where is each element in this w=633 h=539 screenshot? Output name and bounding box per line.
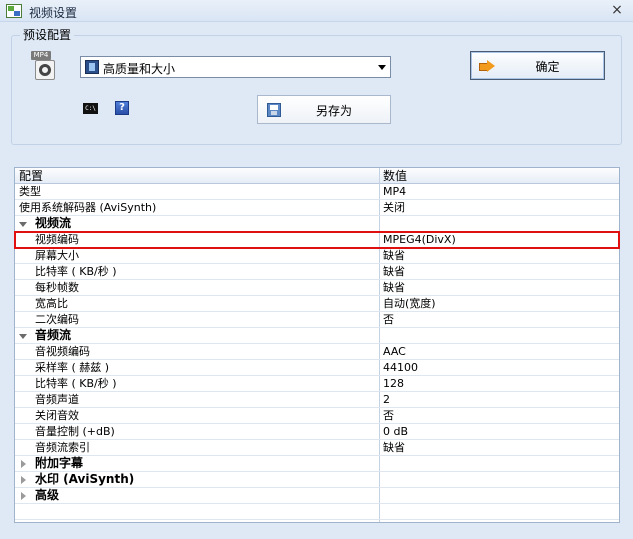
property-value[interactable]: 0 dB	[383, 424, 408, 439]
property-name: 音频声道	[35, 393, 79, 406]
property-name: 比特率 ( KB/秒 )	[35, 265, 117, 278]
film-reel-icon	[35, 60, 55, 80]
property-value[interactable]: 缺省	[383, 280, 405, 295]
expand-closed-icon[interactable]	[21, 492, 26, 500]
property-name: 二次编码	[35, 313, 79, 326]
grid-property-row[interactable]: 类型 MP4	[15, 184, 619, 200]
property-name: 屏幕大小	[35, 249, 79, 262]
property-value[interactable]: 44100	[383, 360, 418, 375]
property-name: 音频流索引	[35, 441, 90, 454]
expand-closed-icon[interactable]	[21, 476, 26, 484]
save-as-button[interactable]: 另存为	[257, 95, 391, 124]
grid-property-row[interactable]: 采样率 ( 赫兹 ) 44100	[15, 360, 619, 376]
grid-property-row[interactable]: 每秒帧数 缺省	[15, 280, 619, 296]
category-label: 视频流	[35, 216, 72, 230]
grid-category-row[interactable]: 视频流	[15, 216, 619, 232]
close-button[interactable]: ×	[609, 2, 625, 18]
grid-property-row[interactable]: 音频流索引 缺省	[15, 440, 619, 456]
mp4-tag: MP4	[31, 51, 51, 60]
property-value[interactable]: MP4	[383, 184, 406, 199]
property-name: 宽高比	[35, 297, 68, 310]
grid-property-row[interactable]: 比特率 ( KB/秒 ) 缺省	[15, 264, 619, 280]
grid-property-row[interactable]: 音视频编码 AAC	[15, 344, 619, 360]
grid-property-row[interactable]: 音量控制 (+dB) 0 dB	[15, 424, 619, 440]
grid-category-row[interactable]: 音频流	[15, 328, 619, 344]
column-header-value[interactable]: 数值	[383, 169, 407, 183]
grid-category-row[interactable]: 水印 (AviSynth)	[15, 472, 619, 488]
property-value[interactable]: 自动(宽度)	[383, 296, 436, 311]
help-icon[interactable]: ?	[115, 101, 129, 115]
category-label: 附加字幕	[35, 456, 84, 470]
title-bar: 视频设置 ×	[0, 0, 633, 22]
preset-group-label: 预设配置	[20, 26, 75, 43]
grid-property-row[interactable]: 关闭音效 否	[15, 408, 619, 424]
category-label: 音频流	[35, 328, 72, 342]
grid-category-row[interactable]: 附加字幕	[15, 456, 619, 472]
property-value[interactable]: 缺省	[383, 248, 405, 263]
command-prompt-icon[interactable]: C:\	[83, 103, 98, 114]
ok-button-label: 确定	[535, 60, 560, 74]
chevron-down-icon[interactable]	[378, 65, 386, 70]
app-icon	[6, 4, 22, 18]
grid-property-row[interactable]: 比特率 ( KB/秒 ) 128	[15, 376, 619, 392]
property-value[interactable]: 缺省	[383, 440, 405, 455]
property-grid: 配置 数值 类型 MP4 使用系统解码器 (AviSynth) 关闭视频流视频编码 MP…	[14, 167, 620, 523]
property-name: 关闭音效	[35, 409, 79, 422]
ok-button[interactable]: 确定	[470, 51, 605, 80]
property-value[interactable]: 缺省	[383, 264, 405, 279]
preset-dropdown[interactable]: 高质量和大小	[80, 56, 391, 78]
property-name: 采样率 ( 赫兹 )	[35, 361, 110, 374]
grid-property-row[interactable]: 宽高比 自动(宽度)	[15, 296, 619, 312]
property-value[interactable]: 2	[383, 392, 390, 407]
grid-category-row[interactable]: 高级	[15, 488, 619, 504]
window-title: 视频设置	[29, 6, 78, 20]
category-label: 高级	[35, 488, 60, 502]
mp4-format-icon: MP4	[31, 51, 57, 81]
grid-empty-row	[15, 504, 619, 520]
grid-property-row[interactable]: 使用系统解码器 (AviSynth) 关闭	[15, 200, 619, 216]
save-as-button-label: 另存为	[315, 104, 352, 118]
property-value[interactable]: 否	[383, 408, 394, 423]
property-value[interactable]: AAC	[383, 344, 406, 359]
grid-property-row[interactable]: 二次编码 否	[15, 312, 619, 328]
property-value[interactable]: MPEG4(DivX)	[383, 232, 456, 247]
property-name: 视频编码	[35, 233, 79, 246]
grid-property-row[interactable]: 屏幕大小 缺省	[15, 248, 619, 264]
film-icon	[85, 60, 99, 74]
grid-property-row[interactable]: 音频声道 2	[15, 392, 619, 408]
grid-rows: 类型 MP4 使用系统解码器 (AviSynth) 关闭视频流视频编码 MPEG4(Di…	[14, 184, 620, 520]
property-name: 使用系统解码器 (AviSynth)	[19, 201, 157, 214]
property-value[interactable]: 128	[383, 376, 404, 391]
property-name: 音量控制 (+dB)	[35, 425, 115, 438]
category-label: 水印 (AviSynth)	[35, 472, 135, 486]
expand-open-icon[interactable]	[19, 334, 27, 339]
column-header-config[interactable]: 配置	[19, 169, 43, 183]
expand-open-icon[interactable]	[19, 222, 27, 227]
property-name: 每秒帧数	[35, 281, 79, 294]
property-value[interactable]: 否	[383, 312, 394, 327]
property-name: 比特率 ( KB/秒 )	[35, 377, 117, 390]
preset-selected-value: 高质量和大小	[103, 62, 176, 76]
property-name: 类型	[19, 185, 41, 198]
expand-closed-icon[interactable]	[21, 460, 26, 468]
grid-property-row[interactable]: 视频编码 MPEG4(DivX)	[14, 231, 620, 249]
grid-header: 配置 数值	[15, 168, 619, 184]
property-name: 音视频编码	[35, 345, 90, 358]
property-value[interactable]: 关闭	[383, 200, 405, 215]
